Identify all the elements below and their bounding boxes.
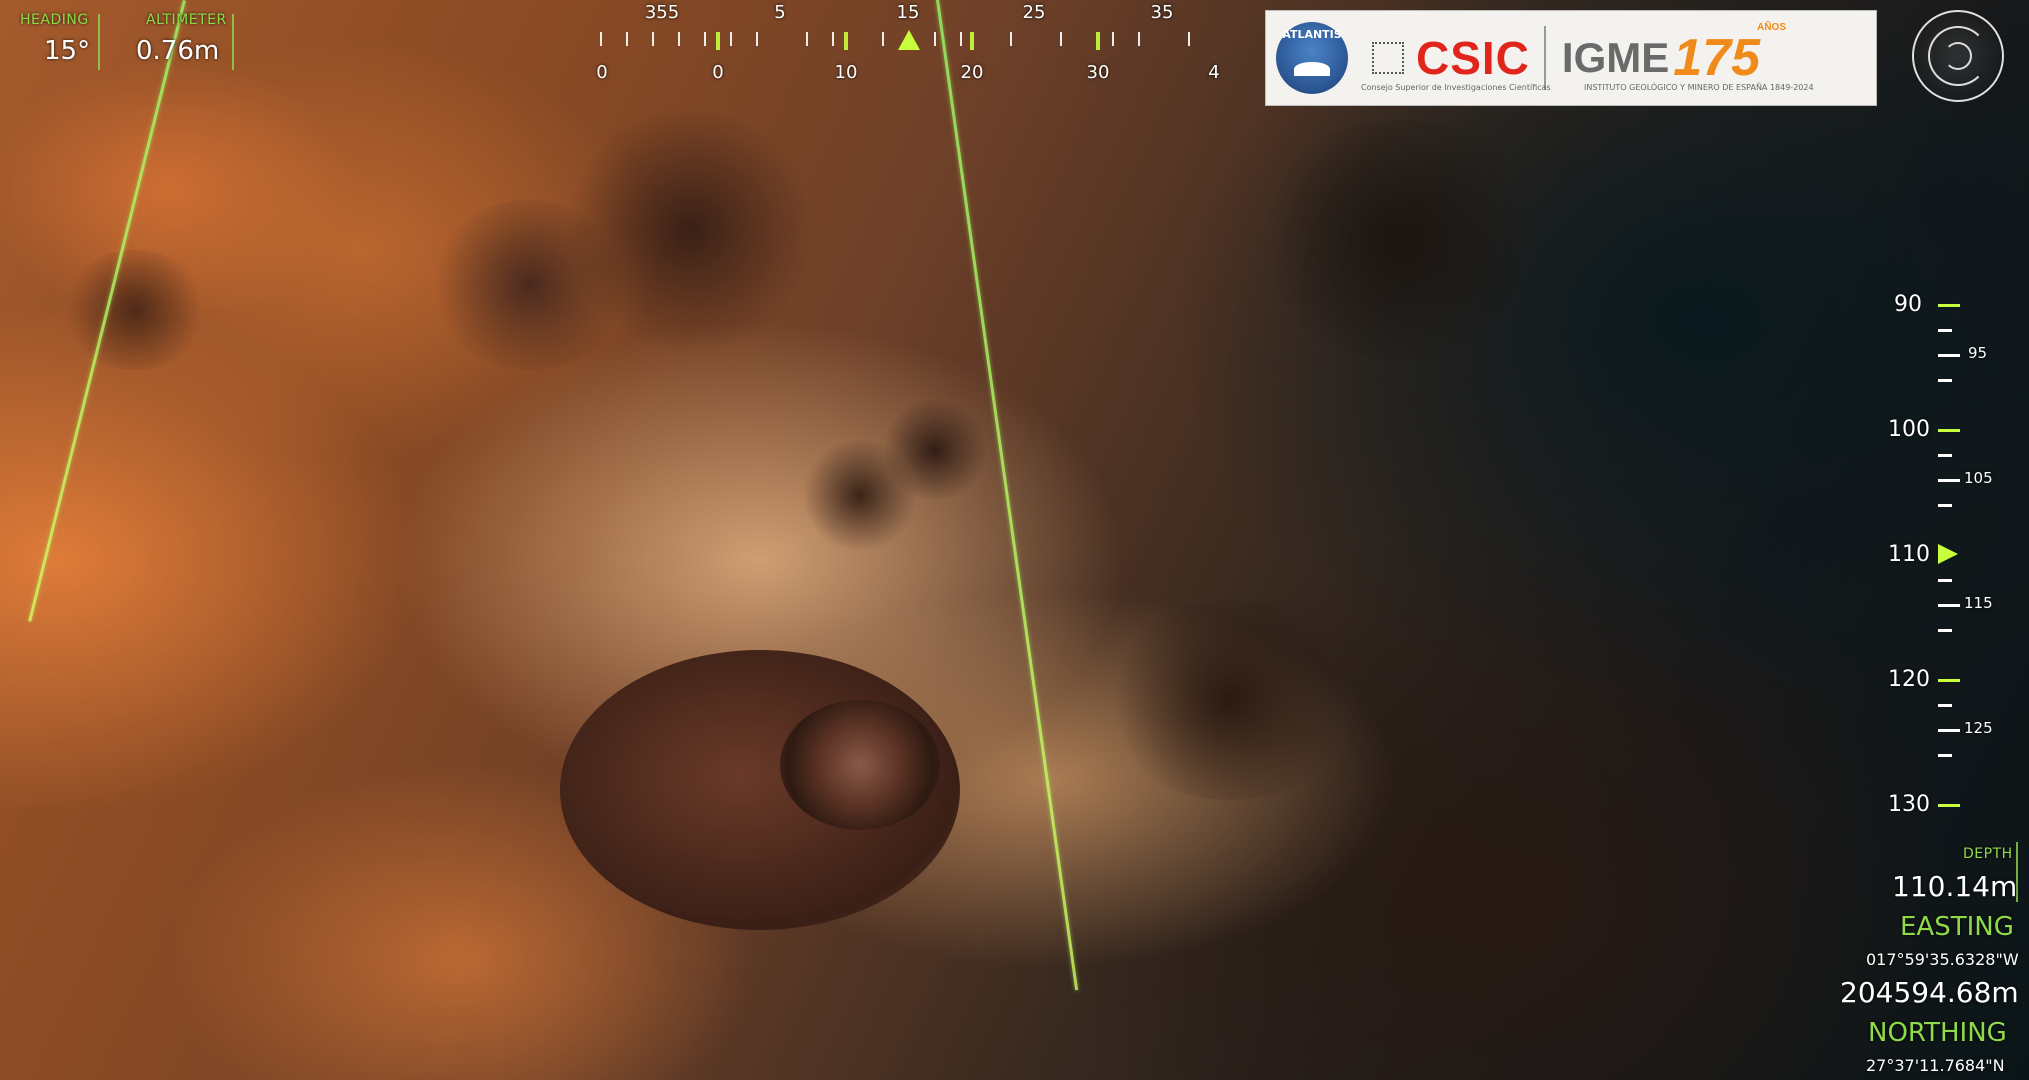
atlantis-logo-text: ATLANTIS — [1282, 28, 1342, 41]
depth-tape-label: 105 — [1964, 469, 1993, 487]
depth-tick — [1938, 704, 1952, 707]
heading-tick — [704, 32, 706, 46]
depth-tick — [1938, 629, 1952, 632]
logo-divider — [1543, 26, 1546, 90]
heading-tick — [832, 32, 834, 46]
heading-tick — [730, 32, 732, 46]
heading-tape-label: 15 — [896, 2, 920, 23]
depth-tick — [1938, 329, 1952, 332]
csic-subtitle: Consejo Superior de Investigaciones Cien… — [1361, 83, 1551, 92]
depth-tick — [1938, 454, 1952, 457]
depth-tape-label: 90 — [1894, 292, 1922, 317]
igme-subtitle: INSTITUTO GEOLÓGICO Y MINERO DE ESPAÑA 1… — [1584, 83, 1814, 92]
heading-pointer-icon — [898, 30, 920, 50]
heading-tape-label: 0 — [712, 62, 724, 83]
heading-tape: 355 5 15 25 35 0 0 10 20 30 4 — [590, 0, 1219, 90]
easting-coordinate: 017°59'35.6328"W — [1866, 950, 2019, 969]
heading-tick — [678, 32, 680, 46]
depth-label: DEPTH — [1963, 846, 2013, 862]
depth-tick — [1938, 354, 1960, 357]
depth-tick — [1938, 379, 1952, 382]
heading-tick — [756, 32, 758, 46]
igme-anniversary-number: 175 — [1673, 29, 1761, 87]
heading-tape-label: 10 — [834, 62, 858, 83]
heading-tick — [1060, 32, 1062, 46]
depth-value: 110.14m — [1892, 870, 2018, 903]
depth-tick — [1938, 754, 1952, 757]
seabed-rock — [1100, 600, 1360, 800]
depth-tick-major — [1938, 679, 1960, 682]
heading-value: 15° — [44, 36, 91, 66]
heading-tick — [1138, 32, 1140, 46]
seabed-rock — [880, 400, 990, 500]
heading-divider — [98, 14, 100, 70]
csic-logo: CSIC — [1416, 32, 1530, 84]
heading-tick-major — [716, 32, 720, 50]
rov-video-frame: HEADING 15° ALTIMETER 0.76m 355 5 15 25 … — [0, 0, 2029, 1080]
depth-pointer-icon — [1938, 544, 1958, 564]
ammonite-logo-icon — [1912, 10, 2004, 102]
depth-tape-label: 110 — [1888, 542, 1930, 567]
heading-tick — [626, 32, 628, 46]
depth-tick-major — [1938, 429, 1960, 432]
seabed-rock — [780, 700, 940, 830]
depth-tick — [1938, 504, 1952, 507]
heading-tick-major — [970, 32, 974, 50]
heading-tick — [600, 32, 602, 46]
igme-anniversary-logo: 175 AÑOS — [1673, 22, 1786, 88]
easting-value: 204594.68m — [1840, 976, 2019, 1009]
heading-tape-label: 35 — [1150, 2, 1174, 23]
seabed-rock — [60, 250, 210, 370]
heading-tick — [1188, 32, 1190, 46]
heading-label: HEADING — [20, 12, 89, 28]
atlantis-logo: ATLANTIS — [1276, 22, 1348, 94]
depth-tape-label: 125 — [1964, 719, 1993, 737]
heading-tape-label: 4 — [1208, 62, 1220, 83]
csic-seal-icon — [1372, 42, 1404, 74]
seabed-rock — [560, 110, 820, 350]
depth-tape-label: 115 — [1964, 594, 1993, 612]
heading-tick — [652, 32, 654, 46]
depth-tick — [1938, 579, 1952, 582]
heading-tape-label: 30 — [1086, 62, 1110, 83]
heading-tick — [934, 32, 936, 46]
depth-tick — [1938, 729, 1960, 732]
northing-label: NORTHING — [1868, 1018, 2007, 1048]
depth-tape-label: 100 — [1888, 417, 1930, 442]
depth-tape-label: 130 — [1888, 792, 1930, 817]
heading-tape-label: 20 — [960, 62, 984, 83]
depth-tick — [1938, 604, 1960, 607]
heading-tick — [1112, 32, 1114, 46]
altimeter-divider — [232, 14, 234, 70]
heading-tick — [806, 32, 808, 46]
heading-tape-label: 355 — [644, 2, 680, 23]
altimeter-value: 0.76m — [136, 36, 220, 66]
heading-tape-label: 5 — [774, 2, 786, 23]
depth-tick-major — [1938, 804, 1960, 807]
heading-tick-major — [1096, 32, 1100, 50]
altimeter-label: ALTIMETER — [146, 12, 227, 28]
sponsor-logo-banner: ATLANTIS CSIC Consejo Superior de Invest… — [1265, 10, 1877, 106]
easting-label: EASTING — [1900, 912, 2014, 942]
heading-tick — [960, 32, 962, 46]
depth-tick — [1938, 479, 1960, 482]
depth-tick-major — [1938, 304, 1960, 307]
heading-tape-label: 25 — [1022, 2, 1046, 23]
depth-tape: 90 95 100 105 110 115 120 125 130 — [1880, 280, 2020, 820]
northing-coordinate: 27°37'11.7684"N — [1866, 1056, 2005, 1075]
depth-tape-label: 120 — [1888, 667, 1930, 692]
seabed-rock — [1250, 120, 1550, 360]
depth-tape-label: 95 — [1968, 344, 1988, 362]
heading-tick — [882, 32, 884, 46]
heading-tick-major — [844, 32, 848, 50]
heading-tape-label: 0 — [596, 62, 608, 83]
heading-tick — [1010, 32, 1012, 46]
igme-logo: IGME — [1561, 34, 1670, 81]
igme-anos-label: AÑOS — [1757, 22, 1787, 33]
